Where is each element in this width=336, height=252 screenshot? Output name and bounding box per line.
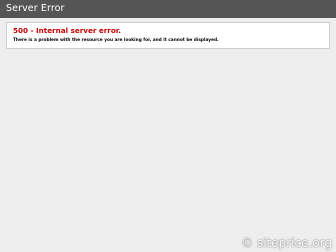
error-title: 500 - Internal server error. — [13, 26, 122, 35]
error-box: 500 - Internal server error. There is a … — [6, 22, 330, 49]
watermark-text: © siteprice.org — [241, 236, 332, 250]
header-title: Server Error — [6, 3, 65, 14]
error-description: There is a problem with the resource you… — [13, 38, 219, 43]
error-content: 500 - Internal server error. There is a … — [6, 22, 330, 49]
page-header: Server Error — [0, 0, 336, 18]
